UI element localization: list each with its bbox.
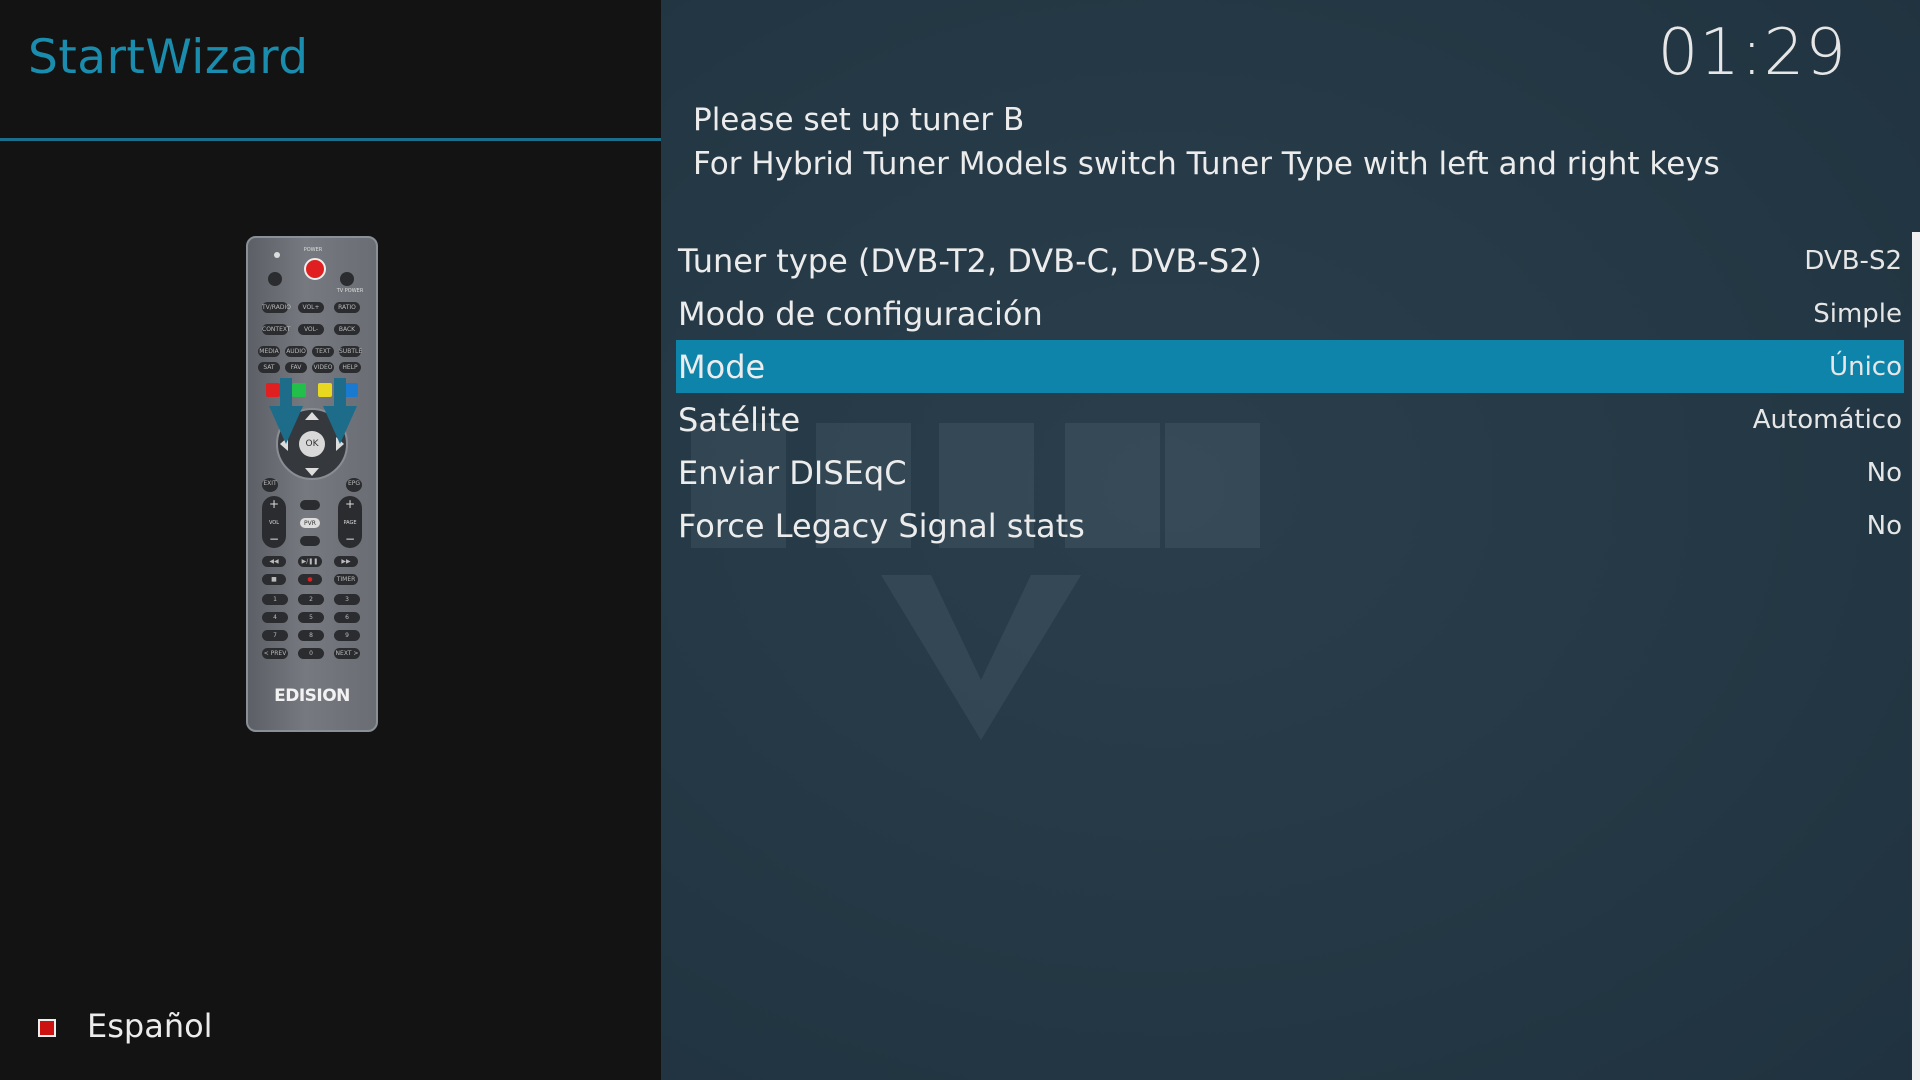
remote-key [300, 500, 320, 510]
setting-label: Force Legacy Signal stats [678, 506, 1085, 545]
language-label: Español [87, 1007, 213, 1045]
pointer-arrow-right-stem [334, 378, 346, 408]
play-pause-key: ▶/❚❚ [298, 556, 322, 567]
wizard-description: Please set up tuner B For Hybrid Tuner M… [693, 98, 1720, 186]
setting-row-tuner-type[interactable]: Tuner type (DVB-T2, DVB-C, DVB-S2) DVB-S… [676, 234, 1904, 287]
page-label: PAGE [343, 520, 357, 526]
prev-key: < PREV [262, 648, 288, 659]
remote-key: VOL+ [298, 302, 324, 313]
remote-control-image: POWER TV POWER TV/RADIO VOL+ RATIO CONTE… [246, 236, 378, 732]
setting-row-legacy-signal[interactable]: Force Legacy Signal stats No [676, 499, 1904, 552]
number-key: 8 [298, 630, 324, 641]
number-key: 0 [298, 648, 324, 659]
description-line-1: Please set up tuner B [693, 102, 1025, 138]
setting-value: Simple [1813, 298, 1902, 329]
description-line-2: For Hybrid Tuner Models switch Tuner Typ… [693, 146, 1720, 182]
scrollbar[interactable] [1912, 232, 1920, 1080]
green-key [292, 383, 306, 397]
stop-key: ■ [262, 574, 286, 585]
setting-label: Satélite [678, 400, 801, 439]
remote-key: TV/RADIO [262, 302, 291, 313]
next-key: NEXT > [334, 648, 360, 659]
number-key: 3 [334, 594, 360, 605]
page-rocker: + PAGE − [338, 496, 362, 548]
remote-key: VOL- [298, 324, 324, 335]
down-arrow-icon [305, 468, 319, 476]
language-flag-icon [38, 1019, 56, 1037]
settings-list: Tuner type (DVB-T2, DVB-C, DVB-S2) DVB-S… [676, 234, 1904, 552]
epg-key: EPG [346, 478, 362, 492]
setting-value: No [1866, 457, 1902, 488]
vol-label: VOL [268, 520, 280, 526]
tv-power-label: TV POWER [336, 288, 364, 294]
setting-label: Tuner type (DVB-T2, DVB-C, DVB-S2) [678, 241, 1262, 280]
number-key: 5 [298, 612, 324, 623]
red-key [266, 383, 280, 397]
timer-key: TIMER [334, 574, 358, 585]
remote-key: RATIO [334, 302, 360, 313]
remote-key: MEDIA [258, 346, 280, 357]
pvr-key: PVR [300, 518, 320, 528]
left-panel: StartWizard POWER TV POWER TV/RADIO VOL+… [0, 0, 661, 1080]
right-panel: 01:29 Please set up tuner B For Hybrid T… [661, 0, 1920, 1080]
blue-key [344, 383, 358, 397]
led-indicator [274, 252, 280, 258]
title-divider [0, 138, 661, 141]
volume-rocker: + VOL − [262, 496, 286, 548]
number-key: 9 [334, 630, 360, 641]
setting-value: DVB-S2 [1804, 245, 1902, 276]
power-button-icon [304, 258, 326, 280]
up-arrow-icon [305, 412, 319, 420]
remote-key: BACK [334, 324, 360, 335]
number-key: 7 [262, 630, 288, 641]
remote-key: FAV [285, 362, 307, 373]
setting-value: Automático [1752, 404, 1902, 435]
setting-row-send-diseqc[interactable]: Enviar DISEqC No [676, 446, 1904, 499]
remote-key: VIDEO [312, 362, 334, 373]
number-key: 6 [334, 612, 360, 623]
setting-label: Enviar DISEqC [678, 453, 907, 492]
remote-key: HELP [339, 362, 361, 373]
setting-row-mode[interactable]: Mode Único [676, 340, 1904, 393]
mute-icon [268, 272, 282, 286]
setting-label: Modo de configuración [678, 294, 1043, 333]
setting-value: No [1866, 510, 1902, 541]
exit-key: EXIT [262, 478, 278, 492]
power-label: POWER [303, 247, 323, 253]
page-title: StartWizard [28, 30, 309, 85]
number-key: 1 [262, 594, 288, 605]
rewind-key: ◀◀ [262, 556, 286, 567]
record-key: ● [298, 574, 322, 585]
setting-value: Único [1829, 351, 1902, 382]
yellow-key [318, 383, 332, 397]
remote-brand-logo: EDISION [274, 686, 350, 706]
pointer-arrow-left-stem [280, 378, 292, 408]
setting-row-config-mode[interactable]: Modo de configuración Simple [676, 287, 1904, 340]
setting-label: Mode [678, 347, 766, 386]
remote-key: AUDIO [285, 346, 307, 357]
remote-key: CONTEXT [262, 324, 291, 335]
remote-key: SUBTLE [339, 346, 363, 357]
pointer-arrow-right-icon [323, 406, 357, 444]
number-key: 4 [262, 612, 288, 623]
remote-key: SAT [258, 362, 280, 373]
pointer-arrow-left-icon [269, 406, 303, 444]
setting-row-satellite[interactable]: Satélite Automático [676, 393, 1904, 446]
fast-forward-key: ▶▶ [334, 556, 358, 567]
remote-key [300, 536, 320, 546]
number-key: 2 [298, 594, 324, 605]
clock: 01:29 [1657, 16, 1847, 90]
remote-key: TEXT [312, 346, 334, 357]
tv-power-icon [340, 272, 354, 286]
